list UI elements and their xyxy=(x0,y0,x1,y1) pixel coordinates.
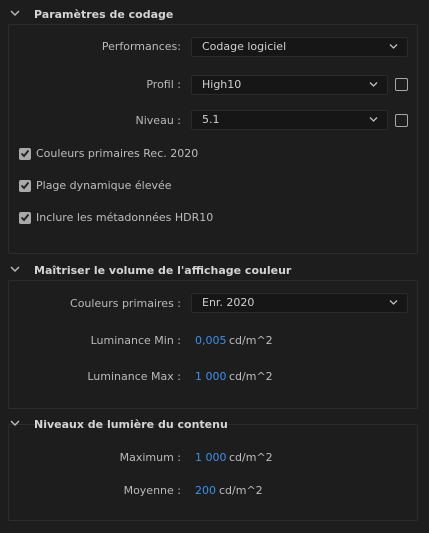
profile-value: High10 xyxy=(202,78,242,91)
encoding-settings-header[interactable]: Paramètres de codage xyxy=(10,6,173,22)
hdr10-metadata-checkbox[interactable] xyxy=(19,211,31,224)
chevron-down-icon[interactable] xyxy=(10,265,24,275)
luminance-max-label: Luminance Max : xyxy=(87,370,181,383)
hdr10-metadata-checkbox-row[interactable]: Inclure les métadonnées HDR10 xyxy=(19,211,213,224)
chevron-down-icon xyxy=(369,81,378,88)
luminance-min-unit: cd/m^2 xyxy=(229,334,273,347)
hdr-checkbox-label: Plage dynamique élevée xyxy=(36,179,172,192)
rec2020-checkbox[interactable] xyxy=(19,147,31,160)
mastering-display-header[interactable]: Maîtriser le volume de l'affichage coule… xyxy=(10,262,291,278)
luminance-max-value[interactable]: 1 000 xyxy=(195,370,227,383)
maximum-value[interactable]: 1 000 xyxy=(195,451,227,464)
profile-label: Profil : xyxy=(146,78,181,91)
average-unit: cd/m^2 xyxy=(219,484,263,497)
primaries-value: Enr. 2020 xyxy=(202,296,255,309)
chevron-down-icon[interactable] xyxy=(10,419,24,429)
average-value[interactable]: 200 xyxy=(195,484,216,497)
profile-dropdown[interactable]: High10 xyxy=(191,75,388,95)
level-label: Niveau : xyxy=(135,114,181,127)
maximum-label: Maximum : xyxy=(119,451,181,464)
rec2020-checkbox-label: Couleurs primaires Rec. 2020 xyxy=(36,147,199,160)
content-light-title: Niveaux de lumière du contenu xyxy=(34,417,228,431)
performance-value: Codage logiciel xyxy=(202,40,287,53)
luminance-min-value[interactable]: 0,005 xyxy=(195,334,227,347)
chevron-down-icon[interactable] xyxy=(10,9,24,19)
content-light-header[interactable]: Niveaux de lumière du contenu xyxy=(10,416,228,432)
luminance-max-unit: cd/m^2 xyxy=(229,370,273,383)
primaries-label: Couleurs primaires : xyxy=(70,297,181,310)
rec2020-checkbox-row[interactable]: Couleurs primaires Rec. 2020 xyxy=(19,147,198,160)
hdr-checkbox[interactable] xyxy=(19,179,31,192)
hdr-checkbox-row[interactable]: Plage dynamique élevée xyxy=(19,179,172,192)
average-label: Moyenne : xyxy=(123,484,181,497)
maximum-unit: cd/m^2 xyxy=(229,451,273,464)
chevron-down-icon xyxy=(369,116,378,123)
level-checkbox[interactable] xyxy=(395,114,408,127)
level-dropdown[interactable]: 5.1 xyxy=(191,110,388,130)
mastering-display-title: Maîtriser le volume de l'affichage coule… xyxy=(34,263,292,277)
primaries-dropdown[interactable]: Enr. 2020 xyxy=(191,293,408,313)
luminance-min-label: Luminance Min : xyxy=(90,334,181,347)
profile-checkbox[interactable] xyxy=(395,78,408,91)
performance-label: Performances: xyxy=(101,40,181,53)
encoding-settings-title: Paramètres de codage xyxy=(34,7,174,21)
performance-dropdown[interactable]: Codage logiciel xyxy=(191,37,408,57)
chevron-down-icon xyxy=(389,43,398,50)
content-light-panel xyxy=(8,424,418,521)
level-value: 5.1 xyxy=(202,113,220,126)
hdr10-metadata-checkbox-label: Inclure les métadonnées HDR10 xyxy=(36,211,214,224)
chevron-down-icon xyxy=(389,299,398,306)
